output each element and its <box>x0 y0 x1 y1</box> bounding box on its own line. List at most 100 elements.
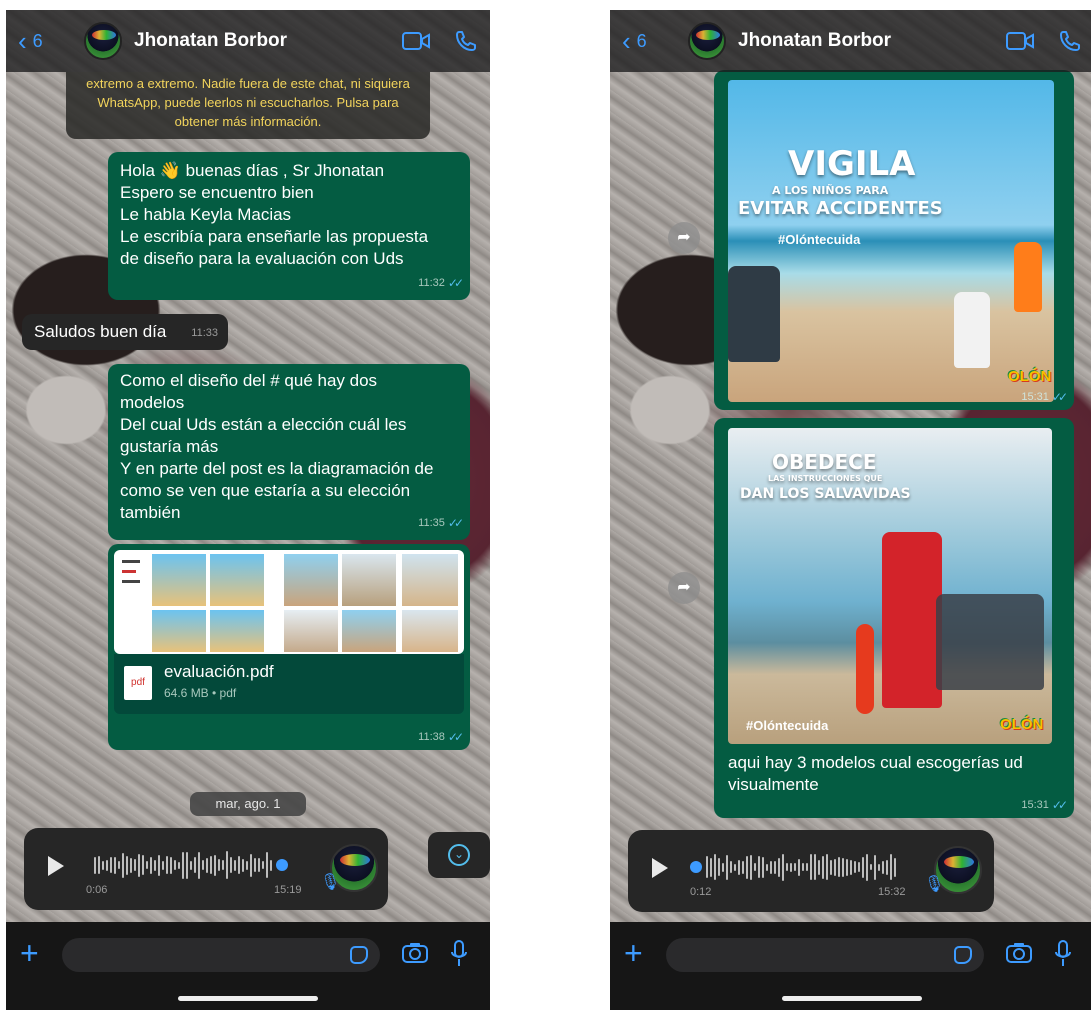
waveform-bar <box>822 855 824 879</box>
home-indicator <box>178 996 318 1001</box>
contact-avatar[interactable] <box>688 22 726 60</box>
pdf-info[interactable]: pdf evaluación.pdf 64.6 MB • pdf <box>114 654 464 714</box>
pdf-preview-image[interactable] <box>114 550 464 654</box>
back-button[interactable]: ‹ 6 <box>18 26 76 57</box>
image-obedece[interactable]: OBEDECE LAS INSTRUCCIONES QUE DAN LOS SA… <box>728 428 1052 744</box>
message-line: Le habla Keyla Macias <box>120 205 292 224</box>
chevron-left-icon: ‹ <box>622 25 631 56</box>
forward-icon[interactable]: ➦ <box>668 222 700 254</box>
waveform-bar <box>890 854 892 880</box>
voice-sent-time: 15:19 <box>274 884 302 896</box>
mic-icon: 🎙 <box>320 874 341 891</box>
waveform-bar <box>874 854 876 880</box>
voice-message[interactable]: 0:12 15:32 🎙 <box>628 830 994 912</box>
image-message[interactable]: OBEDECE LAS INSTRUCCIONES QUE DAN LOS SA… <box>714 418 1074 818</box>
waveform-bar <box>210 856 212 874</box>
message-line: Como el diseño del # qué hay dos <box>120 371 378 390</box>
waveform-bar <box>814 854 816 880</box>
waveform-bar <box>234 859 236 871</box>
waveform-bar <box>770 860 772 874</box>
image-subtitle: A LOS NIÑOS PARA <box>772 184 889 197</box>
waveform-bar <box>186 851 188 879</box>
waveform-bar <box>174 860 176 870</box>
playback-position[interactable] <box>276 859 288 871</box>
caption-line: aqui hay 3 modelos cual escogerías ud <box>728 753 1023 772</box>
plus-icon[interactable]: + <box>20 937 39 969</box>
playback-position[interactable] <box>690 861 702 873</box>
sticker-icon[interactable] <box>350 946 368 964</box>
sticker-icon[interactable] <box>954 946 972 964</box>
waveform-bar <box>154 859 156 871</box>
waveform-bar <box>158 854 160 876</box>
waveform-bar <box>246 860 248 870</box>
message-line: también <box>120 503 181 522</box>
message-input[interactable] <box>666 938 984 972</box>
message-input[interactable] <box>62 938 380 972</box>
mic-icon[interactable] <box>1054 940 1072 973</box>
contact-avatar[interactable] <box>84 22 122 60</box>
scroll-down-button[interactable]: ⌄ <box>428 832 490 878</box>
back-button[interactable]: ‹ 6 <box>622 26 680 57</box>
phone-icon[interactable] <box>1058 29 1082 53</box>
incoming-message[interactable]: Saludos buen día 11:33 <box>22 314 228 350</box>
waveform-bar <box>706 856 708 878</box>
mic-icon[interactable] <box>450 940 468 973</box>
check-double-icon: ✓✓ <box>1051 798 1068 812</box>
pdf-attachment-message[interactable]: pdf evaluación.pdf 64.6 MB • pdf 11:38 ✓✓ <box>108 544 470 750</box>
play-icon[interactable] <box>652 858 668 878</box>
image-hashtag: #Olóntecuida <box>746 718 829 733</box>
waveform-bar <box>782 853 784 881</box>
outgoing-message[interactable]: Como el diseño del # qué hay dos modelos… <box>108 364 470 540</box>
waveform-bar <box>846 858 848 876</box>
waveform-bar <box>130 857 132 873</box>
check-double-icon: ✓✓ <box>447 730 464 744</box>
video-call-icon[interactable] <box>1006 31 1034 51</box>
check-double-icon: ✓✓ <box>447 276 464 290</box>
message-time: 11:35 <box>418 517 445 529</box>
waveform-bar <box>194 857 196 873</box>
phone-icon[interactable] <box>454 29 478 53</box>
lifeguard-figure <box>882 532 942 708</box>
waveform-bar <box>214 854 216 876</box>
image-message[interactable]: VIGILA A LOS NIÑOS PARA EVITAR ACCIDENTE… <box>714 70 1074 410</box>
voice-elapsed: 0:12 <box>690 886 712 898</box>
waveform-bar <box>226 851 228 879</box>
message-time: 15:31 <box>1021 391 1049 403</box>
contact-name[interactable]: Jhonatan Borbor <box>134 30 378 52</box>
audio-waveform[interactable] <box>94 850 272 880</box>
unread-count: 6 <box>636 30 647 51</box>
child-figure <box>954 292 990 368</box>
message-line: Hola 👋 buenas días , Sr Jhonatan <box>120 161 385 180</box>
waveform-bar <box>142 855 144 875</box>
message-time: 11:33 <box>191 327 218 339</box>
message-line: como se ven que estaría a su elección <box>120 481 411 500</box>
outgoing-message[interactable]: Hola 👋 buenas días , Sr Jhonatan Espero … <box>108 152 470 300</box>
pdf-file-icon: pdf <box>124 666 152 700</box>
forward-icon[interactable]: ➦ <box>668 572 700 604</box>
waveform-bar <box>798 858 800 876</box>
waveform-bar <box>250 853 252 877</box>
waveform-bar <box>106 859 108 871</box>
waveform-bar <box>894 857 896 877</box>
waveform-bar <box>110 857 112 873</box>
message-line: Le escribía para enseñarle las propuesta <box>120 227 429 246</box>
voice-message[interactable]: 0:06 15:19 🎙 <box>24 828 388 910</box>
mic-icon: 🎙 <box>924 876 945 893</box>
waveform-bar <box>758 856 760 878</box>
encryption-notice[interactable]: extremo a extremo. Nadie fuera de este c… <box>66 72 430 139</box>
plus-icon[interactable]: + <box>624 937 643 969</box>
contact-name[interactable]: Jhonatan Borbor <box>738 30 982 52</box>
waveform-bar <box>810 854 812 880</box>
play-icon[interactable] <box>48 856 64 876</box>
video-call-icon[interactable] <box>402 31 430 51</box>
waveform-bar <box>146 861 148 869</box>
camera-icon[interactable] <box>1006 942 1032 969</box>
audio-waveform[interactable] <box>706 852 896 882</box>
waveform-bar <box>722 862 724 872</box>
image-headline: DAN LOS SALVAVIDAS <box>740 486 911 502</box>
waveform-bar <box>858 862 860 872</box>
message-text: Saludos buen día <box>34 322 167 341</box>
waveform-bar <box>262 861 264 869</box>
camera-icon[interactable] <box>402 942 428 969</box>
image-vigila[interactable]: VIGILA A LOS NIÑOS PARA EVITAR ACCIDENTE… <box>728 80 1054 402</box>
